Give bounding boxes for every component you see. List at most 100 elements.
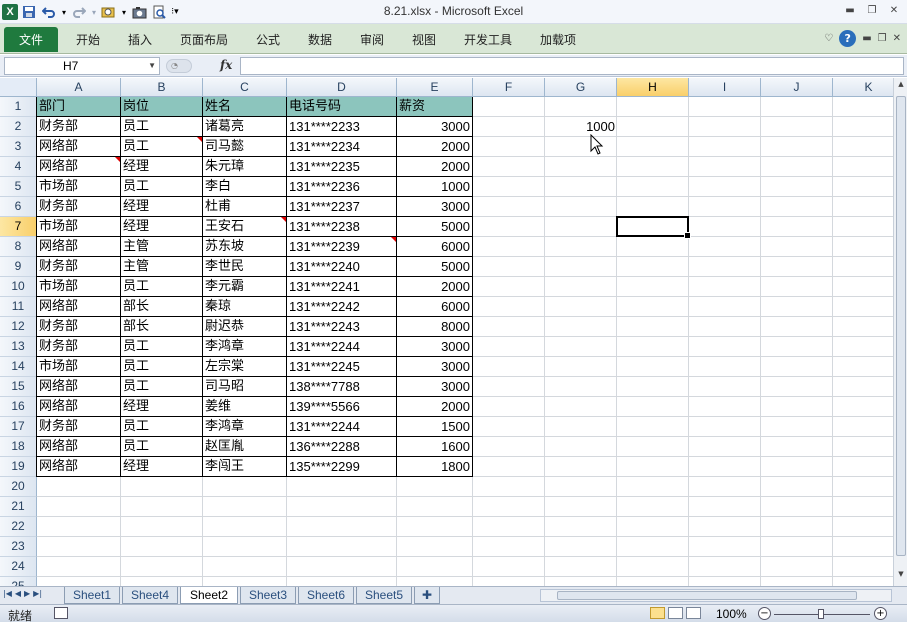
table-cell[interactable]: 财务部: [37, 337, 121, 357]
sheet-tab-sheet6[interactable]: Sheet6: [298, 587, 354, 604]
tab-data[interactable]: 数据: [308, 31, 332, 48]
row-header-15[interactable]: 15: [0, 377, 37, 397]
table-cell[interactable]: 131****2243: [287, 317, 397, 337]
table-cell[interactable]: 经理: [121, 397, 203, 417]
table-header-cell[interactable]: 薪资: [397, 97, 473, 117]
cell-g2[interactable]: 1000: [545, 117, 617, 137]
row-header-24[interactable]: 24: [0, 557, 37, 577]
tab-page-layout[interactable]: 页面布局: [180, 31, 228, 48]
table-header-cell[interactable]: 姓名: [203, 97, 287, 117]
column-header-c[interactable]: C: [203, 78, 287, 97]
table-cell[interactable]: 1600: [397, 437, 473, 457]
table-cell[interactable]: 3000: [397, 117, 473, 137]
row-header-14[interactable]: 14: [0, 357, 37, 377]
table-cell[interactable]: 市场部: [37, 217, 121, 237]
table-cell[interactable]: 财务部: [37, 417, 121, 437]
column-header-h[interactable]: H: [617, 78, 689, 97]
table-cell[interactable]: 财务部: [37, 117, 121, 137]
macro-record-icon[interactable]: [54, 607, 68, 619]
row-header-6[interactable]: 6: [0, 197, 37, 217]
table-cell[interactable]: 2000: [397, 397, 473, 417]
table-cell[interactable]: 市场部: [37, 357, 121, 377]
row-header-11[interactable]: 11: [0, 297, 37, 317]
table-cell[interactable]: 员工: [121, 117, 203, 137]
column-header-f[interactable]: F: [473, 78, 545, 97]
table-cell[interactable]: 部长: [121, 317, 203, 337]
tab-review[interactable]: 审阅: [360, 31, 384, 48]
restore-icon[interactable]: ❐: [863, 3, 881, 17]
table-cell[interactable]: 6000: [397, 297, 473, 317]
table-cell[interactable]: 财务部: [37, 197, 121, 217]
table-cell[interactable]: 5000: [397, 217, 473, 237]
next-sheet-icon[interactable]: ▶: [24, 589, 30, 598]
tab-insert[interactable]: 插入: [128, 31, 152, 48]
tab-addins[interactable]: 加载项: [540, 31, 576, 48]
row-header-19[interactable]: 19: [0, 457, 37, 477]
table-cell[interactable]: 139****5566: [287, 397, 397, 417]
table-cell[interactable]: 赵匡胤: [203, 437, 287, 457]
table-cell[interactable]: 网络部: [37, 157, 121, 177]
table-cell[interactable]: 员工: [121, 337, 203, 357]
table-cell[interactable]: 131****2237: [287, 197, 397, 217]
table-cell[interactable]: 员工: [121, 417, 203, 437]
name-box[interactable]: H7 ▼: [4, 57, 160, 75]
tab-home[interactable]: 开始: [76, 31, 100, 48]
table-cell[interactable]: 李白: [203, 177, 287, 197]
table-cell[interactable]: 经理: [121, 457, 203, 477]
column-header-d[interactable]: D: [287, 78, 397, 97]
prev-sheet-icon[interactable]: ◀: [15, 589, 21, 598]
tab-developer[interactable]: 开发工具: [464, 31, 512, 48]
table-cell[interactable]: 王安石: [203, 217, 287, 237]
table-cell[interactable]: 尉迟恭: [203, 317, 287, 337]
row-header-9[interactable]: 9: [0, 257, 37, 277]
zoom-out-icon[interactable]: −: [758, 607, 771, 620]
zoom-in-icon[interactable]: +: [874, 607, 887, 620]
table-cell[interactable]: 员工: [121, 277, 203, 297]
table-cell[interactable]: 1800: [397, 457, 473, 477]
tab-formulas[interactable]: 公式: [256, 31, 280, 48]
table-cell[interactable]: 司马昭: [203, 377, 287, 397]
table-cell[interactable]: 1500: [397, 417, 473, 437]
page-layout-view-icon[interactable]: [668, 607, 683, 619]
table-cell[interactable]: 网络部: [37, 437, 121, 457]
zoom-level[interactable]: 100%: [716, 607, 747, 621]
table-cell[interactable]: 网络部: [37, 137, 121, 157]
table-cell[interactable]: 131****2242: [287, 297, 397, 317]
name-box-dropdown-icon[interactable]: ▼: [148, 58, 156, 74]
table-cell[interactable]: 秦琼: [203, 297, 287, 317]
table-cell[interactable]: 员工: [121, 137, 203, 157]
table-cell[interactable]: 市场部: [37, 277, 121, 297]
table-cell[interactable]: 网络部: [37, 397, 121, 417]
row-header-23[interactable]: 23: [0, 537, 37, 557]
row-header-25[interactable]: 25: [0, 577, 37, 586]
row-header-1[interactable]: 1: [0, 97, 37, 117]
sheet-tab-sheet5[interactable]: Sheet5: [356, 587, 412, 604]
sheet-tab-sheet4[interactable]: Sheet4: [122, 587, 178, 604]
table-cell[interactable]: 员工: [121, 177, 203, 197]
table-cell[interactable]: 市场部: [37, 177, 121, 197]
row-header-16[interactable]: 16: [0, 397, 37, 417]
table-cell[interactable]: 3000: [397, 197, 473, 217]
table-cell[interactable]: 姜维: [203, 397, 287, 417]
table-cell[interactable]: 李鸿章: [203, 337, 287, 357]
row-header-2[interactable]: 2: [0, 117, 37, 137]
table-cell[interactable]: 财务部: [37, 257, 121, 277]
table-cell[interactable]: 苏东坡: [203, 237, 287, 257]
table-cell[interactable]: 5000: [397, 257, 473, 277]
table-cell[interactable]: 8000: [397, 317, 473, 337]
vertical-scroll-thumb[interactable]: [896, 96, 906, 556]
row-header-18[interactable]: 18: [0, 437, 37, 457]
row-header-20[interactable]: 20: [0, 477, 37, 497]
tab-view[interactable]: 视图: [412, 31, 436, 48]
column-header-j[interactable]: J: [761, 78, 833, 97]
table-header-cell[interactable]: 部门: [37, 97, 121, 117]
table-cell[interactable]: 135****2299: [287, 457, 397, 477]
table-cell[interactable]: 138****7788: [287, 377, 397, 397]
horizontal-scrollbar[interactable]: [540, 589, 892, 602]
last-sheet-icon[interactable]: ▶|: [33, 589, 42, 598]
table-cell[interactable]: 131****2240: [287, 257, 397, 277]
table-cell[interactable]: 员工: [121, 357, 203, 377]
sheet-tab-sheet1[interactable]: Sheet1: [64, 587, 120, 604]
table-cell[interactable]: 李鸿章: [203, 417, 287, 437]
close-icon[interactable]: ✕: [885, 3, 903, 17]
